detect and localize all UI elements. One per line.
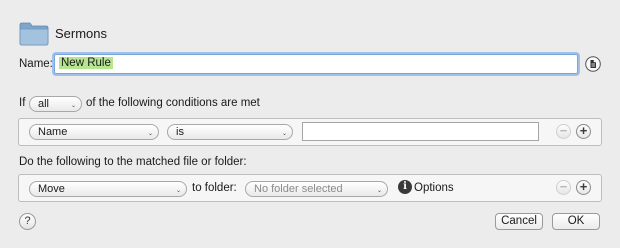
operator-popup[interactable]: is (167, 124, 293, 140)
name-label: Name: (19, 58, 53, 70)
remove-action-button[interactable]: − (556, 180, 571, 195)
conditions-label: of the following conditions are met (86, 97, 260, 109)
info-icon[interactable]: i (398, 180, 412, 194)
remove-condition-button[interactable]: − (556, 124, 571, 139)
rule-name-input[interactable]: New Rule (54, 54, 578, 74)
folder-title: Sermons (55, 26, 108, 41)
folder-popup[interactable]: No folder selected (245, 181, 388, 197)
attribute-popup[interactable]: Name (29, 124, 159, 140)
match-all-popup[interactable]: all (29, 96, 82, 112)
cancel-button[interactable]: Cancel (495, 213, 543, 230)
folder-icon (19, 22, 49, 46)
actions-heading: Do the following to the matched file or … (19, 156, 247, 168)
document-icon[interactable] (585, 56, 601, 72)
to-folder-label: to folder: (192, 182, 237, 194)
if-label: If (19, 97, 26, 109)
action-popup[interactable]: Move (29, 181, 187, 197)
ok-button[interactable]: OK (552, 213, 600, 230)
add-action-button[interactable]: + (576, 180, 591, 195)
criteria-value-input[interactable] (302, 122, 539, 141)
options-link[interactable]: Options (414, 182, 454, 194)
add-condition-button[interactable]: + (576, 124, 591, 139)
rule-name-value: New Rule (59, 57, 113, 69)
help-button[interactable]: ? (19, 213, 36, 230)
